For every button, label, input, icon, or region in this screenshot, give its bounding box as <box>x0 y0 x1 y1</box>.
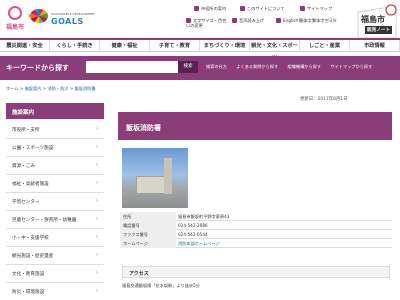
sidebar-item-disaster[interactable]: 防災・環境施設 › <box>6 283 104 300</box>
search-title: キーワードから探す <box>6 64 69 72</box>
table-row: ファクス番号 024-542-6544 <box>120 230 392 239</box>
sdgs-goals-text: GOALS <box>51 17 84 26</box>
nav-item-cityinfo[interactable]: 市政情報 <box>350 40 400 51</box>
arrow-right-icon: › <box>96 144 98 150</box>
sidebar-title: 施設案内 <box>6 103 104 119</box>
nav-item-tourism[interactable]: 観光・文化・スポーツ <box>250 40 300 61</box>
search-howto-link[interactable]: 検索の仕方 <box>206 64 227 69</box>
arrow-right-icon: › <box>96 126 98 132</box>
org-link[interactable]: 組織機構から探す <box>288 64 322 69</box>
sidebar-item-cityhall[interactable]: 市役所・支所 › <box>6 121 104 139</box>
nav-item-work[interactable]: しごと・産業 <box>300 40 350 51</box>
arrow-right-icon: › <box>96 216 98 222</box>
search-button[interactable]: 検索 <box>178 61 198 73</box>
access-text: 福島交通飯坂線「花水坂駅」より徒歩5分 <box>122 283 200 288</box>
table-row: 住所 福島市飯坂町平野字東原43 <box>120 212 392 221</box>
arrow-right-icon: › <box>96 288 98 294</box>
sitemap-icon <box>300 6 305 11</box>
util-link-simplified-chinese[interactable]: 簡体字 <box>299 18 312 24</box>
arrow-right-icon: › <box>96 180 98 186</box>
sidebar-item-waste[interactable]: 資源・ごみ › <box>6 157 104 175</box>
util-link-english[interactable]: English <box>276 18 298 23</box>
breadcrumb[interactable]: ホーム > 施設案内 > 消防・防災 > 飯坂消防署 <box>6 86 96 92</box>
guide-icon <box>194 6 199 11</box>
sidebar-item-tourism[interactable]: 観光施設・歴史遺産 › <box>6 247 104 265</box>
top-link-about[interactable]: このサイトについて <box>240 6 285 12</box>
facility-photo <box>122 148 188 208</box>
nav-item-health[interactable]: 健康・福祉 <box>100 40 150 51</box>
search-input[interactable] <box>86 61 178 73</box>
page-title: 飯坂消防署 <box>126 124 161 132</box>
arrow-right-icon: › <box>96 234 98 240</box>
speaker-icon <box>232 18 237 23</box>
city-logo-icon[interactable] <box>8 6 22 20</box>
arrow-right-icon: › <box>96 252 98 258</box>
sidebar-item-welfare[interactable]: 福祉・高齢者施設 › <box>6 175 104 193</box>
sdgs-label: SUSTAINABLE DEVELOPMENT <box>51 12 95 16</box>
sitemap-search-link[interactable]: サイトマップから探す <box>330 64 372 69</box>
sidebar-item-learning[interactable]: 学習センター › <box>6 193 104 211</box>
nav-item-town[interactable]: まちづくり・環境 <box>200 40 250 51</box>
globe-icon <box>276 18 281 23</box>
util-link-textsize[interactable]: 文字サイズ・色合いの変更 <box>186 18 228 28</box>
badge-sub-text: 販売ノート <box>365 26 392 34</box>
table-row: ホームページ 消防本部ホームページ <box>120 239 392 248</box>
faq-link[interactable]: よくある質問から探す <box>236 64 278 69</box>
sidebar-item-children[interactable]: 児童センター・保育所・幼稚園 › <box>6 211 104 229</box>
building-shape <box>136 176 166 194</box>
badge-city-text: 福島市 <box>361 15 385 24</box>
info-icon <box>240 6 245 11</box>
util-link-korean[interactable]: 한국어 <box>325 18 337 24</box>
nav-item-disaster[interactable]: 震災関連・安全 <box>0 40 50 51</box>
city-logo-text[interactable]: 福島市 <box>6 22 24 31</box>
arrow-right-icon: › <box>96 198 98 204</box>
nav-item-living[interactable]: くらし・手続き <box>50 40 100 51</box>
tower-shape <box>164 158 172 194</box>
access-section-title: アクセス <box>122 266 390 278</box>
updated-date: 更新日：2017年8月1日 <box>300 97 348 102</box>
sdgs-wheel-icon <box>30 9 48 23</box>
arrow-right-icon: › <box>96 270 98 276</box>
top-link-sitemap[interactable]: サイトマップ <box>300 6 332 12</box>
sidebar-item-schools[interactable]: 小・中・支援学校 › <box>6 229 104 247</box>
sidebar: 施設案内 市役所・支所 › 公園・スポーツ施設 › 資源・ごみ › 福祉・高齢者施設 ›… <box>6 103 104 300</box>
sidebar-item-parks[interactable]: 公園・スポーツ施設 › <box>6 139 104 157</box>
homepage-link[interactable]: 消防本部ホームページ <box>178 239 220 248</box>
util-link-traditional-chinese[interactable]: 繁体字 <box>312 18 325 24</box>
arrow-right-icon: › <box>96 162 98 168</box>
facility-info-table: 住所 福島市飯坂町平野字東原43 電話番号 024-542-2086 ファクス番号 0… <box>120 212 392 248</box>
nav-item-childcare[interactable]: 子育て・教育 <box>150 40 200 51</box>
global-nav: 震災関連・安全 くらし・手続き 健康・福祉 子育て・教育 まちづくり・環境 観光… <box>0 38 400 61</box>
top-link-guide[interactable]: 市役所の案内 <box>194 6 226 12</box>
util-link-voice[interactable]: 音声読み上げ <box>232 18 264 24</box>
sidebar-item-culture[interactable]: 文化・教育施設 › <box>6 265 104 283</box>
table-row: 電話番号 024-542-2086 <box>120 221 392 230</box>
search-links: 検索の仕方 よくある質問から探す 組織機構から探す サイトマップから探す <box>206 64 380 70</box>
